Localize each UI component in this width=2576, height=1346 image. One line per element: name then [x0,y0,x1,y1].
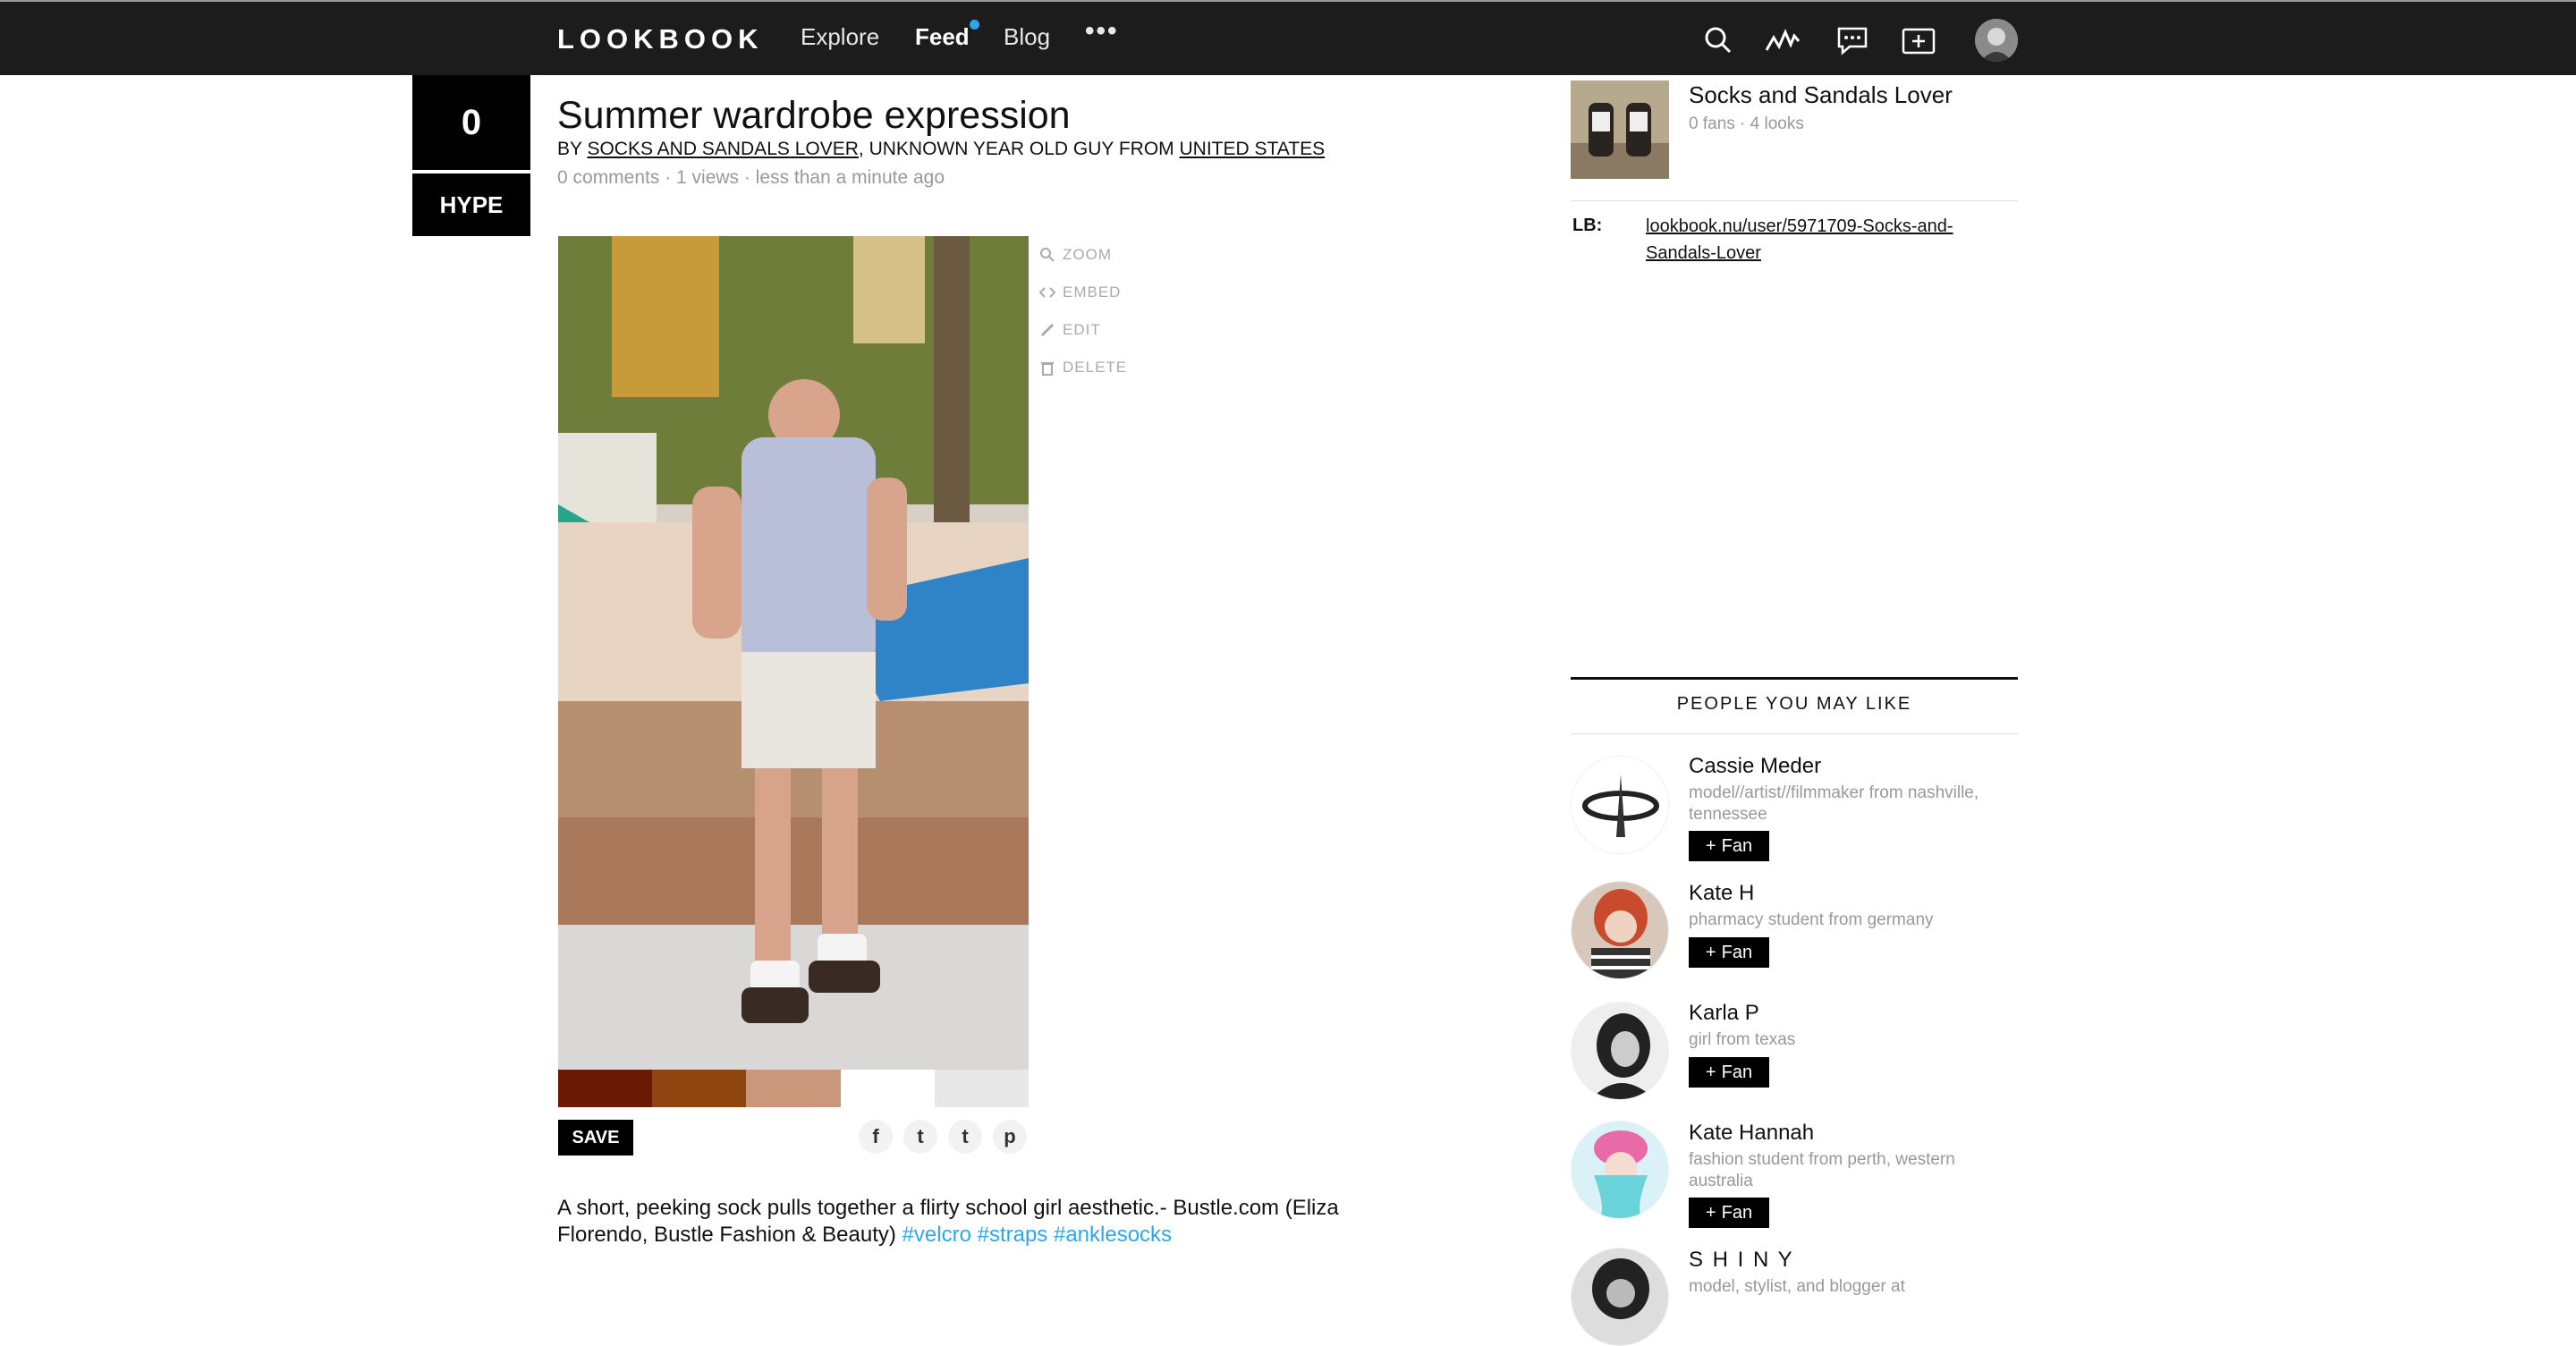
owner-name[interactable]: Socks and Sandals Lover [1689,81,1953,109]
delete-label: DELETE [1063,359,1128,376]
owner-stats: 0 fans · 4 looks [1689,114,1804,133]
byline: BY SOCKS AND SANDALS LOVER, UNKNOWN YEAR… [557,139,1325,160]
zoom-label: ZOOM [1063,246,1112,263]
person-avatar[interactable] [1571,881,1669,979]
plus-icon: + [1705,1202,1716,1223]
person-description: fashion student from perth, western aust… [1689,1150,1955,1190]
edit-label: EDIT [1063,321,1101,338]
color-swatch[interactable] [840,1070,935,1107]
tag-velcro[interactable]: #velcro [902,1223,971,1247]
nav-explore-link[interactable]: Explore [801,23,879,51]
owner-avatar[interactable] [1571,80,1669,179]
tumblr-icon[interactable]: t [948,1120,982,1154]
person-avatar[interactable] [1571,1002,1669,1100]
add-look-icon[interactable] [1900,21,1937,59]
color-swatch[interactable] [558,1070,653,1107]
color-swatch[interactable] [746,1070,841,1107]
nav-blog-link[interactable]: Blog [1004,23,1050,51]
zoom-action[interactable]: ZOOM [1039,246,1112,264]
person-name[interactable]: Karla P [1689,1001,1759,1026]
pinterest-icon[interactable]: p [993,1120,1027,1154]
fan-button[interactable]: + Fan [1689,831,1769,861]
edit-action[interactable]: EDIT [1039,321,1101,339]
look-title: Summer wardrobe expression [557,94,1071,137]
fan-label: Fan [1721,1062,1753,1082]
person-description: model, stylist, and blogger at [1689,1277,1905,1296]
byline-prefix: BY [557,139,588,159]
color-swatch[interactable] [934,1070,1030,1107]
byline-middle: , UNKNOWN YEAR OLD GUY FROM [858,139,1180,159]
author-link[interactable]: SOCKS AND SANDALS LOVER [587,139,858,159]
facebook-icon[interactable]: f [859,1120,893,1154]
nav-feed-link[interactable]: Feed [915,23,970,51]
person-avatar[interactable] [1571,756,1669,854]
person-description: girl from texas [1689,1030,1796,1049]
plus-icon: + [1705,1062,1716,1082]
country-link[interactable]: UNITED STATES [1180,139,1326,159]
activity-icon[interactable] [1764,21,1801,59]
embed-label: EMBED [1063,284,1122,301]
fan-button[interactable]: + Fan [1689,1198,1769,1228]
fan-label: Fan [1721,835,1753,856]
lookbook-logo[interactable]: LOOKBOOK [557,23,764,55]
twitter-icon[interactable]: t [903,1120,937,1154]
hype-count: 0 [412,75,530,170]
tag-anklesocks[interactable]: #anklesocks [1054,1223,1172,1247]
person-description: model//artist//filmmaker from nashville,… [1689,783,1979,824]
person-name[interactable]: S H I N Y [1689,1248,1794,1273]
divider [1571,200,2018,201]
section-divider [1571,677,2018,680]
fan-button[interactable]: + Fan [1689,937,1769,968]
look-photo[interactable] [558,236,1029,1070]
color-swatches [558,1070,1030,1107]
hype-button[interactable]: HYPE [412,174,530,236]
messages-icon[interactable] [1834,21,1871,59]
color-swatch[interactable] [652,1070,747,1107]
tag-straps[interactable]: #straps [978,1223,1048,1247]
fan-label: Fan [1721,942,1753,962]
person-avatar[interactable] [1571,1248,1669,1346]
person-description: pharmacy student from germany [1689,910,1934,929]
person-name[interactable]: Cassie Meder [1689,754,1821,779]
people-you-may-like-heading: PEOPLE YOU MAY LIKE [1676,694,1912,714]
lb-profile-link[interactable]: lookbook.nu/user/5971709-Socks-and-Sanda… [1646,213,2004,267]
top-navigation-bar [0,0,2576,75]
pencil-icon [1040,323,1055,337]
lb-label: LB: [1572,216,1603,235]
delete-action[interactable]: DELETE [1039,359,1127,377]
divider [1571,733,2018,734]
user-avatar[interactable] [1975,19,2018,62]
fan-button[interactable]: + Fan [1689,1057,1769,1088]
trash-icon [1041,362,1054,376]
search-icon[interactable] [1699,21,1737,59]
person-avatar[interactable] [1571,1121,1669,1219]
fan-label: Fan [1721,1202,1753,1223]
feed-notification-dot [970,20,979,30]
embed-icon [1039,287,1055,298]
person-name[interactable]: Kate Hannah [1689,1121,1814,1146]
person-name[interactable]: Kate H [1689,881,1754,906]
look-description: A short, peeking sock pulls together a f… [557,1195,1362,1249]
save-button[interactable]: SAVE [558,1120,633,1156]
look-meta: 0 comments · 1 views · less than a minut… [557,167,945,188]
more-menu-button[interactable]: ••• [1085,16,1119,47]
plus-icon: + [1705,835,1716,856]
zoom-icon [1040,248,1055,262]
embed-action[interactable]: EMBED [1039,284,1121,301]
plus-icon: + [1705,942,1716,962]
